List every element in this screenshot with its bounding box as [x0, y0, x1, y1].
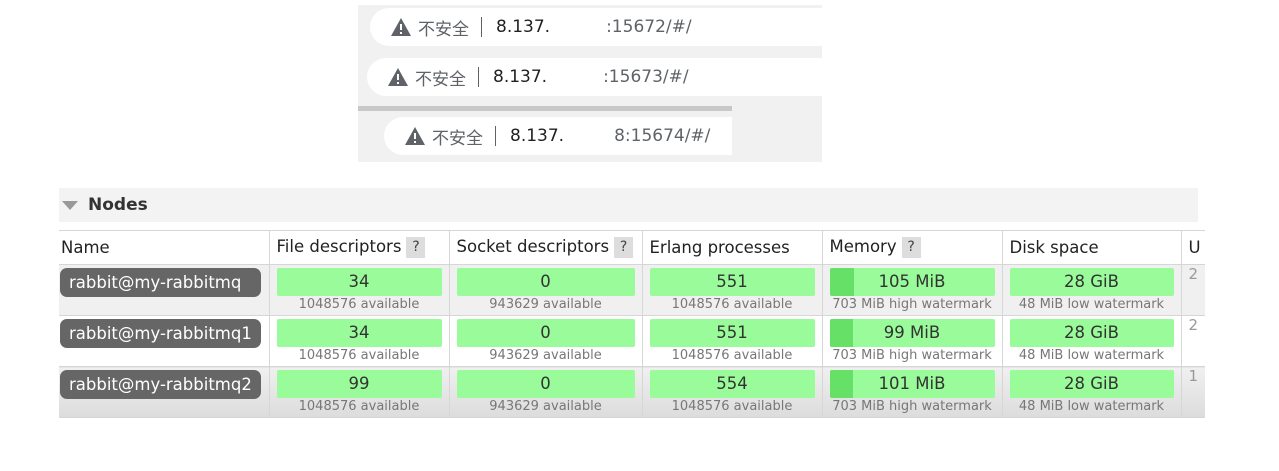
memory-bar: 99 MiB — [829, 319, 995, 347]
socket-descriptors-bar: 0 — [456, 319, 635, 347]
ep-available: 1048576 available — [671, 348, 793, 363]
warning-triangle-icon — [388, 68, 408, 86]
disk-space-bar: 28 GiB — [1009, 370, 1174, 398]
url-host[interactable]: 8.137. — [496, 17, 550, 37]
address-bar-collage: 不安全 8.137. :15672/#/ 不安全 8.137. :15673/#… — [358, 5, 822, 162]
nodes-title: Nodes — [88, 195, 148, 215]
sd-available: 943629 available — [489, 399, 602, 414]
address-bar-1[interactable]: 不安全 8.137. :15672/#/ — [370, 8, 822, 46]
ep-available: 1048576 available — [671, 297, 793, 312]
separator — [478, 67, 479, 87]
node-name-link[interactable]: rabbit@my-rabbitmq2 — [60, 370, 261, 399]
separator — [481, 17, 482, 37]
file-descriptors-bar: 34 — [276, 319, 442, 347]
disk-watermark: 48 MiB low watermark — [1018, 297, 1165, 312]
sd-available: 943629 available — [489, 297, 602, 312]
not-secure-label[interactable]: 不安全 — [415, 65, 466, 90]
erlang-processes-bar: 554 — [649, 370, 815, 398]
col-memory: Memory? — [821, 230, 1002, 265]
table-header-row: Name File descriptors? Socket descriptor… — [59, 230, 1206, 265]
nodes-table: Name File descriptors? Socket descriptor… — [59, 230, 1206, 418]
address-bar-3[interactable]: 不安全 8.137. 8:15674/#/ — [384, 117, 732, 155]
erlang-processes-bar: 551 — [649, 268, 815, 296]
fd-available: 1048576 available — [298, 348, 420, 363]
url-port-path[interactable]: 8:15674/#/ — [614, 126, 710, 146]
help-icon[interactable]: ? — [901, 237, 921, 258]
memory-watermark: 703 MiB high watermark — [832, 348, 992, 363]
col-name: Name — [59, 230, 269, 265]
disk-watermark: 48 MiB low watermark — [1018, 399, 1165, 414]
socket-descriptors-bar: 0 — [456, 370, 635, 398]
fd-available: 1048576 available — [298, 297, 420, 312]
node-name-link[interactable]: rabbit@my-rabbitmq — [60, 268, 261, 297]
memory-watermark: 703 MiB high watermark — [832, 297, 992, 312]
help-icon[interactable]: ? — [614, 237, 634, 258]
erlang-processes-bar: 551 — [649, 319, 815, 347]
col-erlang-processes: Erlang processes — [641, 230, 822, 265]
node-name-link[interactable]: rabbit@my-rabbitmq1 — [60, 319, 261, 348]
ep-available: 1048576 available — [671, 399, 793, 414]
table-row: rabbit@my-rabbitmq2 99 1048576 available … — [59, 366, 1206, 418]
disk-space-bar: 28 GiB — [1009, 268, 1174, 296]
url-port-path[interactable]: :15673/#/ — [603, 67, 689, 87]
separator — [495, 126, 496, 146]
truncated-cell: 1 — [1180, 366, 1206, 418]
warning-triangle-icon — [391, 18, 411, 36]
truncated-cell: 2 — [1180, 264, 1206, 316]
col-file-descriptors: File descriptors? — [268, 230, 449, 265]
warning-triangle-icon — [405, 127, 425, 145]
fd-available: 1048576 available — [298, 399, 420, 414]
col-socket-descriptors: Socket descriptors? — [448, 230, 642, 265]
url-host[interactable]: 8.137. — [510, 126, 564, 146]
file-descriptors-bar: 34 — [276, 268, 442, 296]
sd-available: 943629 available — [489, 348, 602, 363]
memory-bar: 105 MiB — [829, 268, 995, 296]
table-row: rabbit@my-rabbitmq 34 1048576 available 0… — [59, 264, 1206, 316]
help-icon[interactable]: ? — [406, 237, 426, 258]
collapse-triangle-icon[interactable] — [62, 200, 78, 210]
not-secure-label[interactable]: 不安全 — [418, 15, 469, 40]
address-bar-2[interactable]: 不安全 8.137. :15673/#/ — [367, 58, 822, 96]
table-row: rabbit@my-rabbitmq1 34 1048576 available … — [59, 315, 1206, 367]
not-secure-label[interactable]: 不安全 — [432, 124, 483, 149]
url-host[interactable]: 8.137. — [493, 67, 547, 87]
col-truncated: U — [1180, 230, 1206, 265]
memory-watermark: 703 MiB high watermark — [832, 399, 992, 414]
disk-watermark: 48 MiB low watermark — [1018, 348, 1165, 363]
disk-space-bar: 28 GiB — [1009, 319, 1174, 347]
memory-bar: 101 MiB — [829, 370, 995, 398]
truncated-cell: 2 — [1180, 315, 1206, 367]
nodes-section-header[interactable]: Nodes — [59, 188, 1198, 222]
file-descriptors-bar: 99 — [276, 370, 442, 398]
url-port-path[interactable]: :15672/#/ — [606, 17, 692, 37]
socket-descriptors-bar: 0 — [456, 268, 635, 296]
col-disk-space: Disk space — [1001, 230, 1181, 265]
